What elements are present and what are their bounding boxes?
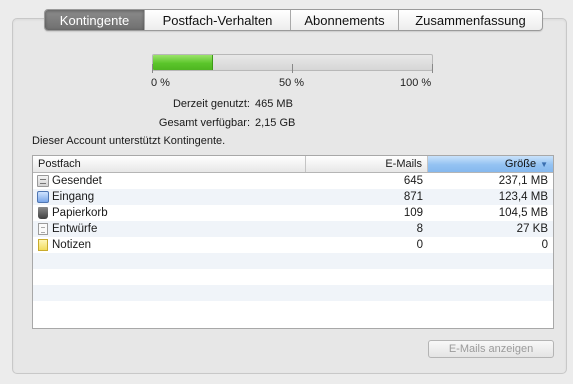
tab-abonnements[interactable]: Abonnements [291,10,399,30]
total-value: 2,15 GB [255,117,296,129]
mailbox-name: Gesendet [52,175,102,187]
column-header-size[interactable]: Größe ▼ [428,156,553,172]
table-row [33,285,553,301]
mailbox-name: Papierkorb [52,207,108,219]
table-row [33,253,553,269]
column-header-mailbox[interactable]: Postfach [33,156,306,172]
mailbox-size: 104,5 MB [498,207,548,219]
tick-label-50: 50 % [279,77,305,89]
table-body: Gesendet 645 237,1 MB Eingang 871 123,4 MB Pap… [33,173,553,317]
column-header-mails[interactable]: E-Mails [306,156,428,172]
notes-icon [38,239,48,251]
mailbox-name: Notizen [52,239,91,251]
show-mails-button[interactable]: E-Mails anzeigen [428,340,554,358]
sort-descending-icon: ▼ [540,159,548,169]
mailbox-size: 237,1 MB [498,175,548,187]
total-label: Gesamt verfügbar: [158,117,250,129]
table-row[interactable]: Eingang 871 123,4 MB [33,189,553,205]
mail-count: 8 [416,223,423,235]
tab-postfach-verhalten[interactable]: Postfach-Verhalten [145,10,291,30]
mailbox-name-cell: Papierkorb [33,207,306,219]
table-row [33,269,553,285]
used-label: Derzeit genutzt: [172,98,250,110]
table-row[interactable]: Notizen 0 0 [33,237,553,253]
table-row[interactable]: Papierkorb 109 104,5 MB [33,205,553,221]
quota-support-note: Dieser Account unterstützt Kontingente. [32,135,226,147]
column-header-size-label: Größe [504,158,537,170]
tab-bar: Kontingente Postfach-Verhalten Abonnemen… [44,9,543,31]
mailbox-name-cell: Eingang [33,191,306,203]
mailbox-size: 0 [541,239,548,251]
mailbox-name: Entwürfe [52,223,98,235]
drafts-icon [38,223,48,235]
table-row[interactable]: Gesendet 645 237,1 MB [33,173,553,189]
tick-100 [432,64,433,73]
sent-icon [37,175,49,187]
table-row [33,301,553,317]
inbox-icon [37,191,49,203]
mail-count: 0 [416,239,423,251]
tick-50 [292,64,293,73]
mail-count: 109 [403,207,423,219]
trash-icon [38,207,48,219]
tick-0 [152,64,153,73]
mailbox-table: Postfach E-Mails Größe ▼ Gesendet 645 237,… [32,155,554,329]
mailbox-name-cell: Notizen [33,239,306,251]
total-row: Gesamt verfügbar: [60,117,250,131]
mailbox-size: 27 KB [516,223,548,235]
used-value: 465 MB [255,98,293,110]
mailbox-name-cell: Entwürfe [33,223,306,235]
mail-count: 645 [403,175,423,187]
mailbox-name: Eingang [52,191,95,203]
table-row[interactable]: Entwürfe 8 27 KB [33,221,553,237]
mail-count: 871 [403,191,423,203]
table-header: Postfach E-Mails Größe ▼ [33,156,553,173]
tab-kontingente[interactable]: Kontingente [45,10,145,30]
used-row: Derzeit genutzt: [60,98,250,112]
mailbox-name-cell: Gesendet [33,175,306,187]
tab-zusammenfassung[interactable]: Zusammenfassung [399,10,542,30]
tick-label-100: 100 % [400,77,432,89]
mailbox-size: 123,4 MB [498,191,548,203]
tick-label-0: 0 % [151,77,170,89]
quota-ticks [152,64,433,76]
